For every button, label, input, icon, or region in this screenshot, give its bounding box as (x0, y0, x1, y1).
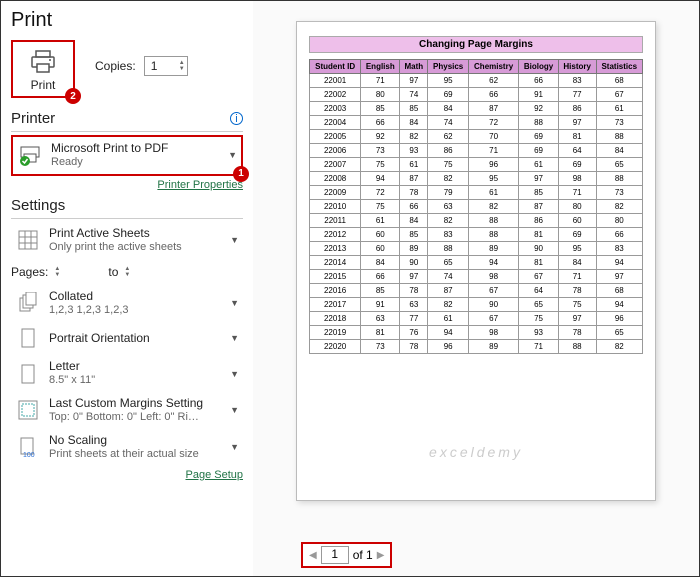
printer-name: Microsoft Print to PDF (51, 141, 220, 156)
printer-ready-icon (17, 142, 43, 168)
collated-icon (15, 290, 41, 316)
pages-from-stepper[interactable]: ▲▼ (54, 266, 102, 278)
table-row: 2200385858487928661 (310, 102, 643, 116)
table-row: 2200673938671696484 (310, 144, 643, 158)
table-header: Biology (519, 60, 559, 74)
opt-main: Letter (49, 359, 222, 374)
page-title: Print (11, 9, 243, 32)
opt-sub: 8.5" x 11" (49, 374, 222, 388)
pages-to-label: to (108, 265, 118, 279)
printer-selector[interactable]: Microsoft Print to PDF Ready ▼ 1 (11, 135, 243, 176)
chevron-down-icon: ▼ (230, 235, 239, 245)
copies-stepper[interactable]: 1 ▲▼ (144, 56, 188, 76)
table-row: 2201161848288866080 (310, 214, 643, 228)
table-row: 2200592826270698188 (310, 130, 643, 144)
printer-status: Ready (51, 156, 220, 170)
current-page-input[interactable]: 1 (321, 546, 349, 564)
table-row: 2201484906594818494 (310, 256, 643, 270)
table-row: 2200894878295979888 (310, 172, 643, 186)
print-button[interactable]: Print 2 (11, 40, 75, 98)
printer-properties-link[interactable]: Printer Properties (11, 179, 243, 191)
chevron-down-icon: ▼ (230, 405, 239, 415)
table-row: 2201685788767647868 (310, 284, 643, 298)
table-header: Chemistry (468, 60, 518, 74)
prev-page-icon[interactable]: ◀ (309, 550, 317, 561)
table-row: 2200972787961857173 (310, 186, 643, 200)
stepper-arrows-icon[interactable]: ▲▼ (124, 266, 172, 278)
letter-icon (15, 361, 41, 387)
table-row: 2201566977498677197 (310, 270, 643, 284)
print-button-label: Print (23, 78, 63, 92)
no-scaling-icon: 100 (15, 434, 41, 460)
chevron-down-icon: ▼ (230, 298, 239, 308)
opt-main: Collated (49, 289, 222, 304)
active-sheets-icon (15, 227, 41, 253)
info-icon[interactable]: i (230, 112, 243, 125)
opt-sub: Only print the active sheets (49, 241, 222, 255)
table-row: 2201075666382878082 (310, 200, 643, 214)
watermark: exceldemy (429, 444, 523, 460)
table-header: Statistics (596, 60, 642, 74)
copies-value: 1 (151, 59, 158, 73)
opt-main: Portrait Orientation (49, 331, 222, 346)
preview-title: Changing Page Margins (309, 36, 643, 53)
table-row: 2200775617596616965 (310, 158, 643, 172)
table-row: 2201360898889909583 (310, 242, 643, 256)
table-row: 2200466847472889773 (310, 116, 643, 130)
table-row: 2200280746966917767 (310, 88, 643, 102)
opt-main: Print Active Sheets (49, 226, 222, 241)
opt-sub: 1,2,3 1,2,3 1,2,3 (49, 304, 222, 318)
stepper-arrows-icon[interactable]: ▲▼ (54, 266, 102, 278)
scaling-selector[interactable]: 100 No ScalingPrint sheets at their actu… (11, 429, 243, 466)
print-active-sheets-selector[interactable]: Print Active SheetsOnly print the active… (11, 222, 243, 259)
callout-badge-2: 2 (65, 88, 81, 104)
pages-to-stepper[interactable]: ▲▼ (124, 266, 172, 278)
table-row: 2201260858388816966 (310, 228, 643, 242)
opt-main: Last Custom Margins Setting (49, 396, 222, 411)
pages-label: Pages: (11, 265, 48, 279)
opt-sub: Top: 0" Bottom: 0" Left: 0" Ri… (49, 411, 222, 425)
table-row: 2201863776167759796 (310, 312, 643, 326)
chevron-down-icon: ▼ (230, 442, 239, 452)
table-header: Physics (428, 60, 469, 74)
table-header: History (558, 60, 596, 74)
orientation-selector[interactable]: Portrait Orientation ▼ (11, 321, 243, 355)
table-header: Math (400, 60, 428, 74)
chevron-down-icon: ▼ (230, 369, 239, 379)
portrait-icon (15, 325, 41, 351)
page-setup-link[interactable]: Page Setup (11, 469, 243, 481)
table-row: 2202073789689718882 (310, 340, 643, 354)
callout-badge-1: 1 (233, 166, 249, 182)
table-row: 2201791638290657594 (310, 298, 643, 312)
opt-main: No Scaling (49, 433, 222, 448)
next-page-icon[interactable]: ▶ (377, 550, 385, 561)
printer-icon (29, 50, 57, 74)
table-header: Student ID (310, 60, 361, 74)
settings-heading: Settings (11, 197, 243, 214)
margins-icon (15, 397, 41, 423)
preview-table: Student IDEnglishMathPhysicsChemistryBio… (309, 59, 643, 354)
print-preview-page: Changing Page Margins Student IDEnglishM… (296, 21, 656, 501)
margins-selector[interactable]: Last Custom Margins SettingTop: 0" Botto… (11, 392, 243, 429)
chevron-down-icon: ▼ (230, 333, 239, 343)
page-of-label: of 1 (353, 548, 373, 562)
stepper-arrows-icon[interactable]: ▲▼ (179, 60, 185, 72)
table-header: English (361, 60, 400, 74)
copies-label: Copies: (95, 59, 136, 73)
printer-heading: Printer (11, 110, 55, 127)
table-row: 2200171979562668368 (310, 74, 643, 88)
page-navigator[interactable]: ◀ 1 of 1 ▶ (301, 542, 392, 568)
paper-size-selector[interactable]: Letter8.5" x 11" ▼ (11, 355, 243, 392)
table-row: 2201981769498937865 (310, 326, 643, 340)
svg-text:100: 100 (23, 452, 35, 458)
opt-sub: Print sheets at their actual size (49, 448, 222, 462)
chevron-down-icon: ▼ (228, 150, 237, 160)
collated-selector[interactable]: Collated1,2,3 1,2,3 1,2,3 ▼ (11, 285, 243, 322)
